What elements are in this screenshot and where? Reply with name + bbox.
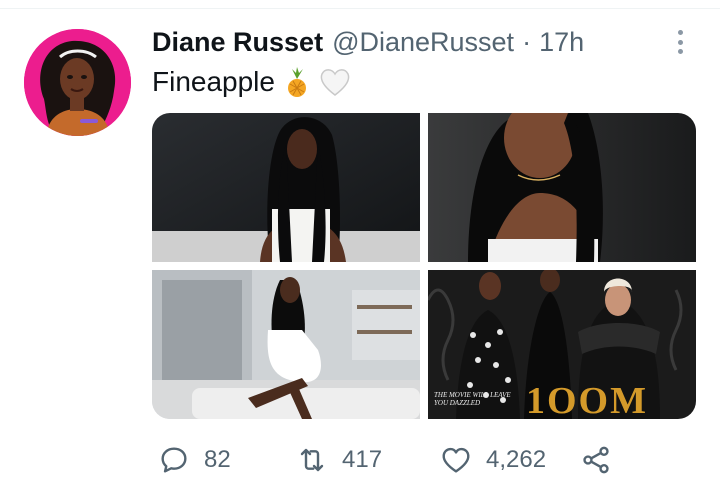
pineapple-emoji-icon	[283, 67, 311, 97]
tweet-text: Fineapple	[152, 64, 350, 100]
tweet-text-content: Fineapple	[152, 66, 275, 97]
speech-bubble-icon	[161, 447, 187, 473]
movie-title: 1OOM	[526, 380, 648, 419]
reply-count: 82	[204, 446, 231, 473]
more-options-icon[interactable]	[670, 28, 690, 56]
retweet-arrows-icon	[300, 448, 324, 472]
media-grid: THE MOVIE WILL LEAVE YOU DAZZLED 1OOM	[152, 113, 696, 419]
author-handle[interactable]: @DianeRusset	[332, 27, 514, 58]
retweet-button[interactable]: 417	[296, 440, 382, 480]
top-divider	[0, 8, 720, 9]
author-name[interactable]: Diane Russet	[152, 27, 323, 58]
separator-dot: ·	[522, 26, 532, 57]
like-button[interactable]: 4,262	[440, 440, 546, 480]
dot-icon	[677, 30, 683, 35]
reply-button[interactable]: 82	[158, 440, 231, 480]
photo-4[interactable]: THE MOVIE WILL LEAVE YOU DAZZLED 1OOM	[428, 270, 696, 419]
dot-icon	[677, 49, 683, 54]
heart-outline-icon	[442, 447, 470, 473]
dot-icon	[677, 39, 683, 45]
avatar[interactable]	[24, 29, 131, 136]
share-nodes-icon	[583, 446, 609, 474]
tweet-header: Diane Russet @DianeRusset · 17h	[152, 24, 584, 60]
like-count: 4,262	[486, 446, 547, 473]
photo-1[interactable]	[152, 113, 420, 262]
tweet-timestamp[interactable]: 17h	[539, 27, 584, 58]
photo-2[interactable]	[428, 113, 696, 262]
tweet-actions: 82 417 4,262	[152, 440, 622, 480]
white-heart-emoji-icon	[319, 67, 350, 97]
share-button[interactable]	[580, 440, 612, 480]
photo-3[interactable]	[152, 270, 420, 419]
movie-subtitle: THE MOVIE WILL LEAVE YOU DAZZLED	[434, 391, 511, 407]
retweet-count: 417	[342, 446, 383, 473]
